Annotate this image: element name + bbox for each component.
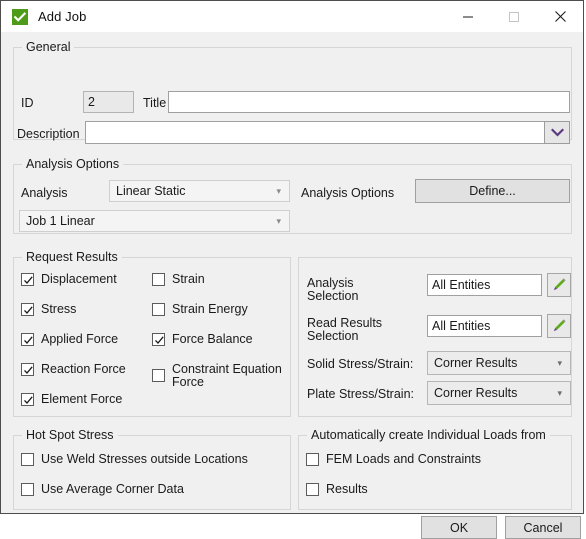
checkbox-label: FEM Loads and Constraints [326, 452, 481, 466]
checkbox-box [152, 333, 165, 346]
checkbox-label: Strain [172, 272, 205, 286]
analysis-selection-edit-button[interactable] [547, 273, 571, 297]
analysis-options-label: Analysis Options [301, 186, 395, 200]
analysis-selection-label: Analysis Selection [307, 276, 359, 303]
checkbox-stress[interactable]: Stress [21, 303, 76, 316]
checkbox-box [152, 303, 165, 316]
checkbox-box [21, 483, 34, 496]
close-button[interactable] [537, 1, 583, 32]
checkbox-strain[interactable]: Strain [152, 273, 205, 286]
analysis-label: Analysis [21, 186, 68, 200]
checkbox-label: Applied Force [41, 332, 119, 346]
id-field[interactable]: 2 [83, 91, 134, 113]
checkbox-displacement[interactable]: Displacement [21, 273, 117, 286]
individual-loads-group-title: Automatically create Individual Loads fr… [307, 428, 550, 442]
read-results-selection-field[interactable]: All Entities [427, 315, 542, 337]
chevron-down-icon: ▾ [557, 357, 562, 368]
checkbox-label: Stress [41, 302, 77, 316]
dialog-body: General ID 2 Title Description Analysis … [1, 32, 583, 539]
checkbox-label: Strain Energy [172, 302, 248, 316]
checkbox-box [152, 273, 165, 286]
title-bar: Add Job [1, 1, 583, 32]
checkbox-box [21, 363, 34, 376]
analysis-options-group-title: Analysis Options [22, 157, 124, 171]
checkbox-box [21, 273, 34, 286]
hot-spot-stress-group-title: Hot Spot Stress [22, 428, 118, 442]
checkbox-box [21, 303, 34, 316]
plate-stress-strain-combo[interactable]: Corner Results ▾ [427, 381, 571, 405]
chevron-down-icon: ▾ [276, 185, 281, 196]
window-controls [445, 1, 583, 32]
ok-button[interactable]: OK [421, 516, 497, 539]
pencil-icon [553, 278, 566, 291]
title-label: Title [143, 96, 167, 110]
title-input[interactable] [168, 91, 570, 113]
chevron-down-icon[interactable] [544, 121, 570, 144]
checkbox-force-balance[interactable]: Force Balance [152, 333, 253, 346]
job-combo[interactable]: Job 1 Linear ▾ [19, 210, 290, 232]
checkbox-label: Force Balance [172, 332, 253, 346]
solid-stress-strain-label: Solid Stress/Strain: [307, 357, 414, 371]
checkbox-box [306, 453, 319, 466]
cancel-button[interactable]: Cancel [505, 516, 581, 539]
plate-stress-strain-label: Plate Stress/Strain: [307, 387, 414, 401]
analysis-selection-field[interactable]: All Entities [427, 274, 542, 296]
solid-stress-strain-value: Corner Results [434, 356, 518, 370]
checkbox-label: Displacement [41, 272, 117, 286]
description-combo[interactable] [85, 121, 570, 144]
checkbox-label: Element Force [41, 392, 123, 406]
checkbox-applied-force[interactable]: Applied Force [21, 333, 118, 346]
add-job-dialog: Add Job General ID 2 Title Description A… [0, 0, 584, 539]
green-check-icon [12, 8, 28, 25]
read-results-selection-label: Read Results Selection [307, 316, 383, 343]
checkbox-constraint-equation-force[interactable]: Constraint Equation Force [152, 363, 282, 389]
checkbox-box [306, 483, 319, 496]
plate-stress-strain-value: Corner Results [434, 386, 518, 400]
checkbox-box [21, 393, 34, 406]
window-title: Add Job [38, 9, 87, 24]
checkbox-use-weld-stresses[interactable]: Use Weld Stresses outside Locations [21, 453, 248, 466]
maximize-button[interactable] [491, 1, 537, 32]
checkbox-box [152, 369, 165, 382]
checkbox-label: Use Average Corner Data [41, 482, 184, 496]
checkbox-label: Use Weld Stresses outside Locations [41, 452, 248, 466]
request-results-group-title: Request Results [22, 250, 122, 264]
pencil-icon [553, 319, 566, 332]
chevron-down-icon: ▾ [557, 387, 562, 398]
checkbox-label: Results [326, 482, 368, 496]
checkbox-strain-energy[interactable]: Strain Energy [152, 303, 248, 316]
define-button[interactable]: Define... [415, 179, 570, 203]
checkbox-use-average-corner-data[interactable]: Use Average Corner Data [21, 483, 184, 496]
id-label: ID [21, 96, 34, 110]
chevron-down-icon: ▾ [276, 215, 281, 226]
checkbox-label: Constraint Equation Force [172, 362, 282, 389]
description-label: Description [17, 127, 80, 141]
checkbox-results[interactable]: Results [306, 483, 368, 496]
job-value: Job 1 Linear [26, 214, 95, 228]
hot-spot-stress-group: Hot Spot Stress [13, 428, 291, 510]
checkbox-reaction-force[interactable]: Reaction Force [21, 363, 126, 376]
checkbox-box [21, 453, 34, 466]
checkbox-box [21, 333, 34, 346]
solid-stress-strain-combo[interactable]: Corner Results ▾ [427, 351, 571, 375]
analysis-type-value: Linear Static [116, 184, 186, 198]
analysis-type-combo[interactable]: Linear Static ▾ [109, 180, 290, 202]
general-group-title: General [22, 40, 75, 54]
read-results-selection-edit-button[interactable] [547, 314, 571, 338]
minimize-button[interactable] [445, 1, 491, 32]
checkbox-fem-loads-and-constraints[interactable]: FEM Loads and Constraints [306, 453, 481, 466]
description-input[interactable] [85, 121, 544, 144]
checkbox-element-force[interactable]: Element Force [21, 393, 122, 406]
checkbox-label: Reaction Force [41, 362, 126, 376]
individual-loads-group: Automatically create Individual Loads fr… [298, 428, 572, 510]
